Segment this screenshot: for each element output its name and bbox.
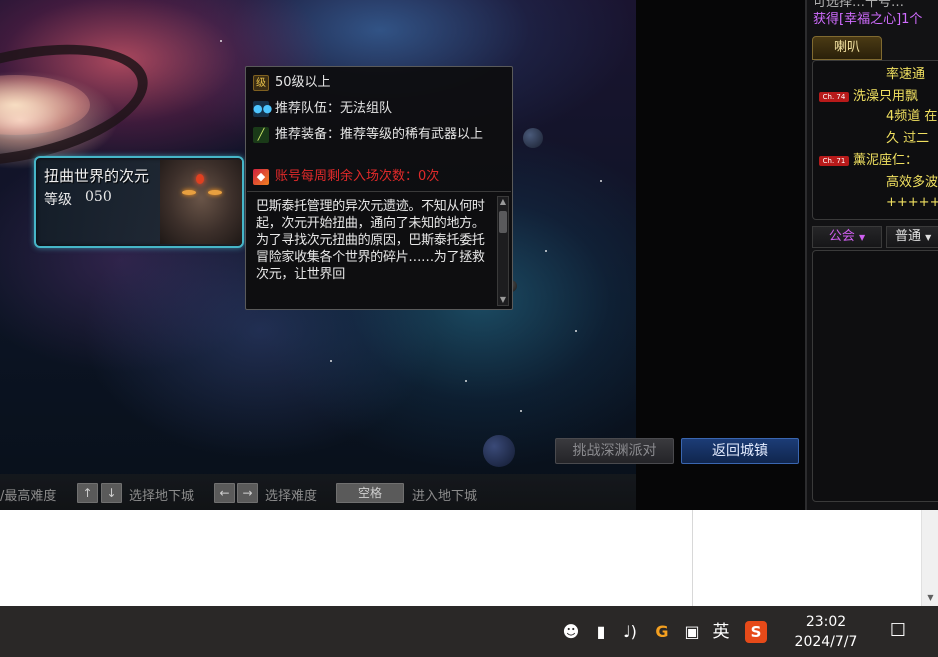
key-space: 空格 <box>336 483 404 503</box>
chat-message: 薰泥座仁： <box>853 153 919 168</box>
chat-message: 高效多波 <box>886 175 938 190</box>
scroll-up-icon[interactable]: ▲ <box>498 197 508 207</box>
hint-max-difficulty: /最高难度 <box>0 489 57 504</box>
dropdown-arrow-icon: ▼ <box>859 233 866 242</box>
star <box>330 360 332 362</box>
screen: 扭曲世界的次元 等级 050 级 50级以上 ●● 推荐队伍：无法组队 ╱ 推荐… <box>0 0 938 657</box>
scroll-thumb[interactable] <box>499 211 507 233</box>
volume-icon[interactable]: ♩) <box>619 621 641 643</box>
star <box>465 380 467 382</box>
sogou-ime-icon[interactable]: S <box>745 621 767 643</box>
dropdown-arrow-icon: ▼ <box>925 233 932 242</box>
tooltip-level-row: 级 50级以上 <box>253 75 331 91</box>
guild-chat-box[interactable] <box>812 250 938 502</box>
star <box>520 410 522 412</box>
channel-badge: Ch. 74 <box>819 91 849 102</box>
recommended-equipment: 推荐装备：推荐等级的稀有武器以上 <box>275 127 484 142</box>
chat-message: 率速通 <box>886 67 926 82</box>
key-up-icon: ↑ <box>77 483 98 503</box>
tab-horn[interactable]: 喇叭 <box>812 36 882 60</box>
chat-line: 久 过二 <box>886 131 929 147</box>
tooltip-equip-row: ╱ 推荐装备：推荐等级的稀有武器以上 <box>253 127 509 143</box>
hint-enter-dungeon: 进入地下城 <box>412 489 478 504</box>
window-divider <box>692 510 693 606</box>
level-requirement: 50级以上 <box>275 75 331 90</box>
chat-message: 久 过二 <box>886 131 930 146</box>
return-town-button[interactable]: 返回城镇 <box>681 438 799 464</box>
network-icon[interactable]: ▣ <box>681 621 703 643</box>
description-box: 巴斯泰托管理的异次元遗迹。不知从何时起，次元开始扭曲，通向了未知的地方。为了寻找… <box>247 191 511 309</box>
taskbar: ☻ ▮ ♩) G ▣ 英 S 23:02 2024/7/7 ☐ <box>0 606 938 657</box>
input-language[interactable]: 英 <box>710 621 732 643</box>
window-scrollbar[interactable]: ▼ <box>921 510 938 606</box>
game-viewport: 扭曲世界的次元 等级 050 级 50级以上 ●● 推荐队伍：无法组队 ╱ 推荐… <box>0 0 805 510</box>
notification-center-icon[interactable]: ☐ <box>886 620 910 642</box>
system-message: 获得[幸福之心]1个 <box>813 12 923 27</box>
dungeon-description: 巴斯泰托管理的异次元遗迹。不知从何时起，次元开始扭曲，通向了未知的地方。为了寻找… <box>256 199 485 282</box>
description-scrollbar[interactable]: ▲ ▼ <box>497 196 509 306</box>
microphone-icon[interactable]: ▮ <box>590 621 612 643</box>
star <box>575 330 577 332</box>
ticket-icon: ◆ <box>253 169 269 185</box>
system-messages: 可选择…十号… 获得[幸福之心]1个 <box>813 0 938 30</box>
chat-line: Ch. 74 洗澡只用飘 <box>813 89 918 105</box>
sword-icon: ╱ <box>253 127 269 143</box>
tab-guild-label: 公会 <box>828 229 855 244</box>
portrait-eye <box>208 190 222 195</box>
dungeon-tooltip: 级 50级以上 ●● 推荐队伍：无法组队 ╱ 推荐装备：推荐等级的稀有武器以上 … <box>245 66 513 310</box>
scroll-down-icon[interactable]: ▼ <box>498 295 508 305</box>
chat-message: 4频道 在 <box>886 109 938 124</box>
system-message: 可选择…十号… <box>813 0 905 10</box>
level-icon: 级 <box>253 75 269 91</box>
tab-normal[interactable]: 普通 ▼ <box>886 226 938 248</box>
tooltip-entry-row: ◆ 账号每周剩余入场次数：0次 <box>253 169 439 185</box>
key-right-icon: → <box>237 483 258 503</box>
dungeon-name: 扭曲世界的次元 <box>44 167 150 185</box>
clock-time: 23:02 <box>805 614 847 630</box>
tab-guild[interactable]: 公会 ▼ <box>812 226 882 248</box>
key-left-icon: ← <box>214 483 235 503</box>
dungeon-card[interactable]: 扭曲世界的次元 等级 050 <box>34 156 244 248</box>
portrait-eye <box>182 190 196 195</box>
chat-panel: 可选择…十号… 获得[幸福之心]1个 喇叭 率速通 Ch. 74 洗澡只用飘 4频道 … <box>805 0 938 510</box>
game-dark-area <box>636 0 805 510</box>
chat-message: +++++++录 <box>886 195 938 210</box>
hint-select-dungeon: 选择地下城 <box>129 489 195 504</box>
tooltip-team-row: ●● 推荐队伍：无法组队 <box>253 101 392 117</box>
qq-icon[interactable]: ☻ <box>560 621 582 643</box>
clock-date: 2024/7/7 <box>794 634 858 650</box>
channel-badge: Ch. 71 <box>819 155 849 166</box>
chat-line: 4频道 在 <box>886 109 937 125</box>
dungeon-level-label: 等级 <box>44 192 72 208</box>
portrait-gem <box>196 174 204 184</box>
scroll-down-icon[interactable]: ▼ <box>922 593 938 602</box>
challenge-abyss-button[interactable]: 挑战深渊派对 <box>555 438 674 464</box>
star <box>545 250 547 252</box>
tab-normal-label: 普通 <box>895 229 922 244</box>
star <box>220 40 222 42</box>
hint-select-difficulty: 选择难度 <box>265 489 318 504</box>
dungeon-boss-portrait <box>160 160 242 244</box>
recommended-team: 推荐队伍：无法组队 <box>275 101 393 116</box>
team-icon: ●● <box>253 101 273 117</box>
dungeon-level: 050 <box>85 189 112 205</box>
horn-chat-box[interactable]: 率速通 Ch. 74 洗澡只用飘 4频道 在久 过二 Ch. 71 薰泥座仁： 高效多波 ++… <box>812 60 938 220</box>
desktop-background <box>0 510 938 606</box>
g-app-icon[interactable]: G <box>651 621 673 643</box>
chat-line: 高效多波 <box>886 175 938 191</box>
chat-line: Ch. 71 薰泥座仁： <box>813 153 918 169</box>
weekly-entries-remaining: 账号每周剩余入场次数：0次 <box>275 169 440 184</box>
planet <box>483 435 515 467</box>
star <box>600 180 602 182</box>
keyboard-hint-bar: /最高难度 ↑ ↓ 选择地下城 ← → 选择难度 空格 进入地下城 <box>0 474 636 510</box>
system-clock[interactable]: 23:02 2024/7/7 <box>780 612 872 652</box>
chat-message: 洗澡只用飘 <box>853 89 919 104</box>
key-down-icon: ↓ <box>101 483 122 503</box>
chat-line: +++++++录 <box>886 195 938 211</box>
planet <box>523 128 543 148</box>
chat-line: 率速通 <box>886 67 925 83</box>
